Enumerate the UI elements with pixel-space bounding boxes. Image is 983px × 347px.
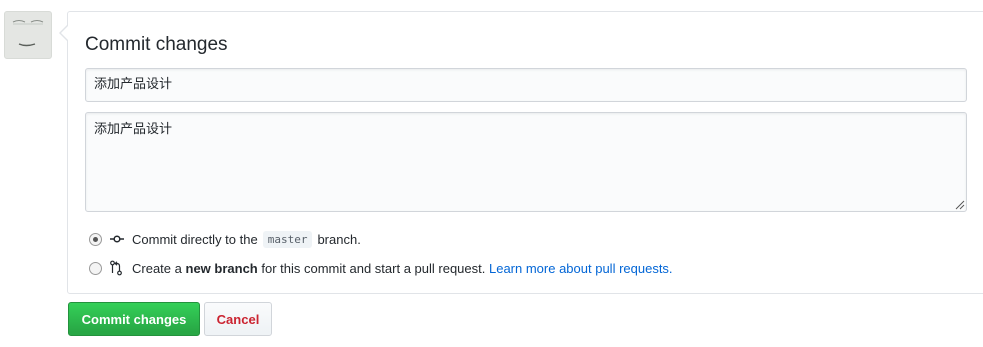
option-new-branch-text-before: Create a bbox=[132, 260, 182, 276]
branch-name-badge: master bbox=[262, 230, 313, 248]
avatar-image bbox=[12, 20, 44, 47]
radio-commit-direct[interactable] bbox=[89, 232, 102, 246]
option-new-branch-text-after: for this commit and start a pull request… bbox=[261, 260, 486, 276]
commit-changes-button[interactable]: Commit changes bbox=[68, 302, 200, 336]
git-commit-icon bbox=[110, 231, 124, 247]
commit-form-title: Commit changes bbox=[85, 34, 228, 55]
option-commit-direct[interactable]: Commit directly to the master branch. bbox=[89, 229, 361, 249]
box-pointer-inner bbox=[61, 26, 68, 40]
option-direct-text-after: branch. bbox=[317, 231, 361, 247]
avatar[interactable] bbox=[4, 11, 52, 59]
option-direct-text-before: Commit directly to the bbox=[132, 231, 258, 247]
option-new-branch[interactable]: Create a new branch for this commit and … bbox=[89, 258, 673, 278]
learn-more-pull-requests-link[interactable]: Learn more about pull requests. bbox=[489, 261, 673, 276]
git-pull-request-icon bbox=[110, 260, 124, 276]
commit-page: Commit changes 添加产品设计 添加产品设计 Commit dire… bbox=[0, 0, 983, 347]
resize-grip-icon[interactable] bbox=[955, 200, 965, 210]
commit-summary-input[interactable]: 添加产品设计 bbox=[85, 68, 967, 102]
cancel-button[interactable]: Cancel bbox=[204, 302, 272, 336]
commit-description-textarea[interactable]: 添加产品设计 bbox=[85, 112, 967, 212]
option-new-branch-bold: new branch bbox=[185, 260, 258, 276]
radio-new-branch[interactable] bbox=[89, 261, 102, 275]
